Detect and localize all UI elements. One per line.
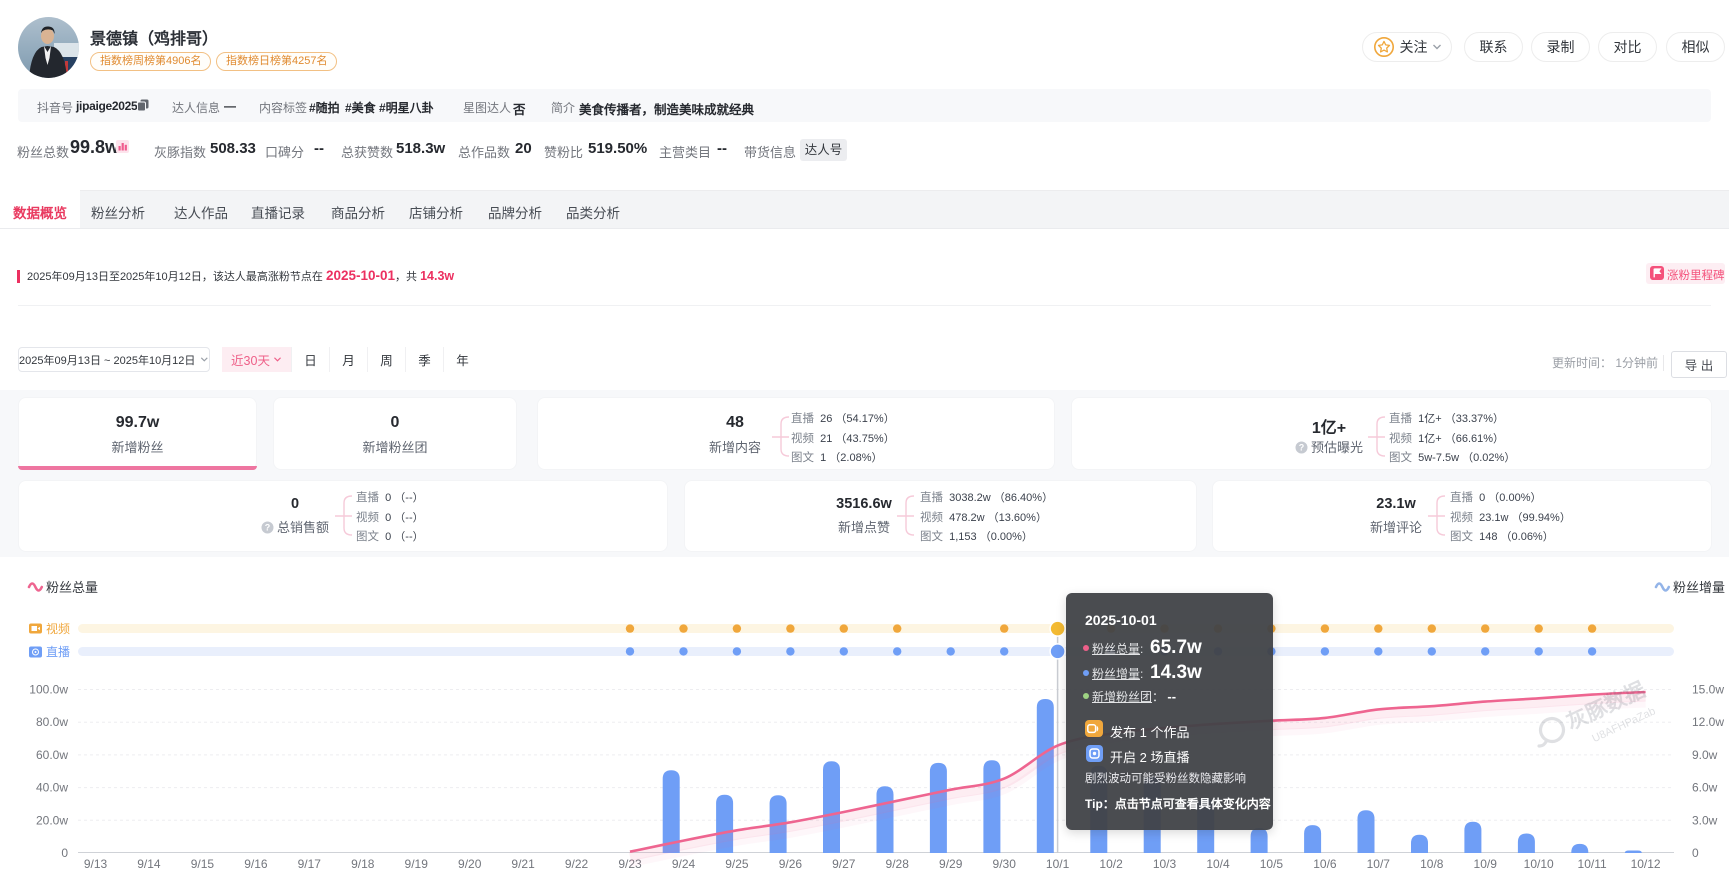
svg-text:直播: 直播 xyxy=(46,645,70,659)
svg-text:视频: 视频 xyxy=(46,621,70,636)
svg-text:40.0w: 40.0w xyxy=(36,781,68,795)
svg-text:10/1: 10/1 xyxy=(1046,857,1070,871)
svg-text:9.0w: 9.0w xyxy=(1692,748,1718,762)
svg-text:9/21: 9/21 xyxy=(511,857,535,871)
svg-text:10/5: 10/5 xyxy=(1260,857,1284,871)
svg-text:6.0w: 6.0w xyxy=(1692,781,1718,795)
svg-text:12.0w: 12.0w xyxy=(1692,715,1724,729)
svg-text:9/24: 9/24 xyxy=(672,857,696,871)
svg-text:9/15: 9/15 xyxy=(191,857,215,871)
svg-text:?: ? xyxy=(265,522,271,532)
svg-text:10/9: 10/9 xyxy=(1474,857,1498,871)
svg-text:10/8: 10/8 xyxy=(1420,857,1444,871)
svg-text:9/28: 9/28 xyxy=(886,857,910,871)
svg-text:9/30: 9/30 xyxy=(993,857,1017,871)
svg-text:9/22: 9/22 xyxy=(565,857,589,871)
svg-text:10/6: 10/6 xyxy=(1313,857,1337,871)
svg-text:20.0w: 20.0w xyxy=(36,813,68,827)
svg-text:60.0w: 60.0w xyxy=(36,748,68,762)
svg-text:0: 0 xyxy=(61,846,68,860)
svg-text:9/13: 9/13 xyxy=(84,857,108,871)
svg-text:10/12: 10/12 xyxy=(1631,857,1661,871)
svg-text:100.0w: 100.0w xyxy=(29,683,68,697)
svg-text:10/2: 10/2 xyxy=(1099,857,1123,871)
svg-text:15.0w: 15.0w xyxy=(1692,683,1724,697)
svg-text:10/7: 10/7 xyxy=(1367,857,1391,871)
svg-text:9/18: 9/18 xyxy=(351,857,375,871)
svg-text:9/17: 9/17 xyxy=(298,857,322,871)
svg-text:10/10: 10/10 xyxy=(1524,857,1554,871)
svg-text:9/25: 9/25 xyxy=(725,857,749,871)
svg-text:0: 0 xyxy=(1692,846,1699,860)
svg-text:9/19: 9/19 xyxy=(405,857,429,871)
svg-text:10/3: 10/3 xyxy=(1153,857,1177,871)
svg-text:9/27: 9/27 xyxy=(832,857,856,871)
svg-text:9/29: 9/29 xyxy=(939,857,963,871)
svg-text:9/20: 9/20 xyxy=(458,857,482,871)
svg-text:9/14: 9/14 xyxy=(137,857,161,871)
svg-text:80.0w: 80.0w xyxy=(36,715,68,729)
svg-text:10/11: 10/11 xyxy=(1578,857,1607,871)
svg-text:9/16: 9/16 xyxy=(244,857,268,871)
svg-text:9/26: 9/26 xyxy=(779,857,803,871)
svg-text:粉丝增量: 粉丝增量 xyxy=(1673,580,1725,595)
svg-text:10/4: 10/4 xyxy=(1206,857,1230,871)
svg-text:粉丝总量: 粉丝总量 xyxy=(46,580,98,595)
svg-text:3.0w: 3.0w xyxy=(1692,813,1718,827)
svg-text:?: ? xyxy=(1299,442,1305,452)
